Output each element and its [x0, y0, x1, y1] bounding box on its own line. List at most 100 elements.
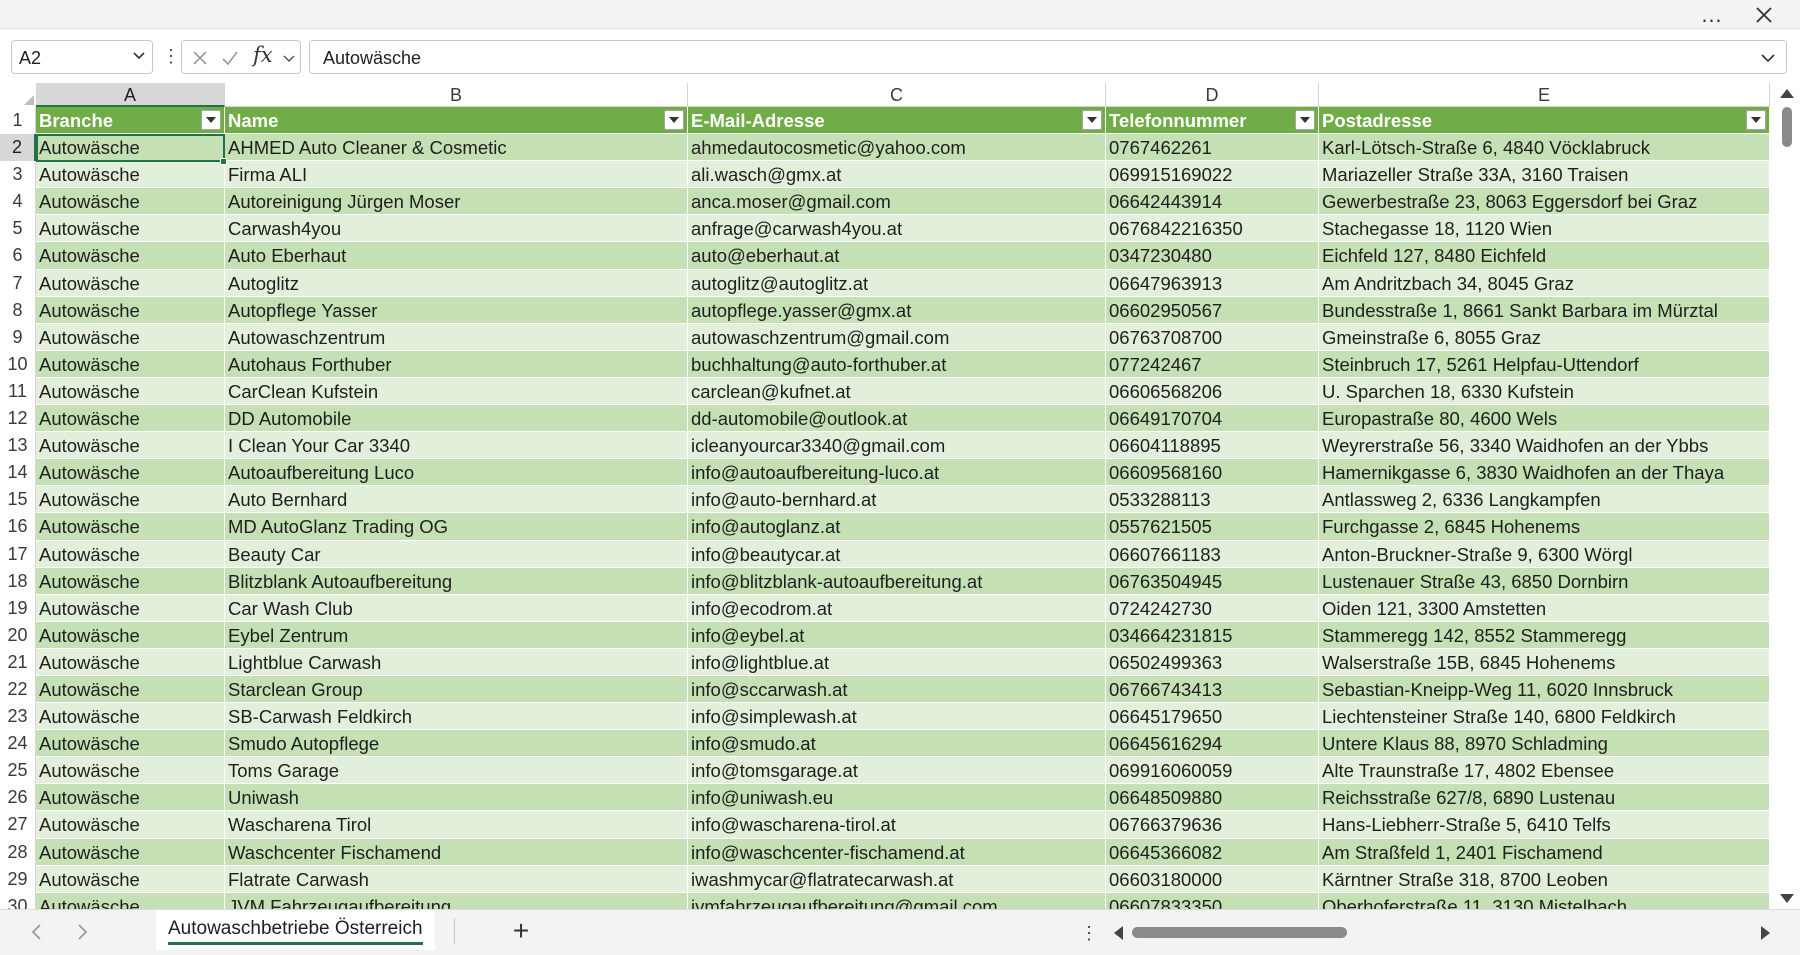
row-header[interactable]: 3 [0, 161, 36, 189]
row-header[interactable]: 5 [0, 215, 36, 243]
cell-branche[interactable]: Autowäsche [36, 838, 225, 866]
cell-name[interactable]: Eybel Zentrum [225, 621, 688, 649]
cell-email[interactable]: autoglitz@autoglitz.at [688, 269, 1106, 297]
cell-email[interactable]: iwashmycar@flatratecarwash.at [688, 865, 1106, 893]
cell-name[interactable]: Car Wash Club [225, 594, 688, 622]
row-header[interactable]: 21 [0, 648, 36, 676]
cell-branche[interactable]: Autowäsche [36, 161, 225, 189]
cell-branche[interactable]: Autowäsche [36, 784, 225, 812]
header-cell-telefon[interactable]: Telefonnummer [1106, 107, 1319, 135]
cell-email[interactable]: info@simplewash.at [688, 703, 1106, 731]
row-header[interactable]: 12 [0, 405, 36, 433]
cell-name[interactable]: Beauty Car [225, 540, 688, 568]
cell-email[interactable]: info@autoaufbereitung-luco.at [688, 459, 1106, 487]
filter-dropdown-icon[interactable] [201, 110, 221, 130]
cell-postadresse[interactable]: Oberhoferstraße 11, 3130 Mistelbach [1319, 892, 1770, 909]
cell-branche[interactable]: Autowäsche [36, 405, 225, 433]
cell-branche[interactable]: Autowäsche [36, 675, 225, 704]
sheet-tab-active[interactable]: Autowaschbetriebe Österreich [156, 910, 435, 950]
cell-email[interactable]: anca.moser@gmail.com [688, 188, 1106, 216]
row-header[interactable]: 8 [0, 296, 36, 324]
row-header[interactable]: 7 [0, 269, 36, 297]
cell-telefon[interactable]: 06607661183 [1106, 540, 1319, 568]
cell-telefon[interactable]: 06607833350 [1106, 892, 1319, 909]
cell-postadresse[interactable]: Hamernikgasse 6, 3830 Waidhofen an der T… [1319, 459, 1770, 487]
row-header[interactable]: 17 [0, 540, 36, 568]
row-header[interactable]: 18 [0, 567, 36, 595]
filter-dropdown-icon[interactable] [1746, 110, 1766, 130]
cell-branche[interactable]: Autowäsche [36, 432, 225, 460]
cell-telefon[interactable]: 0533288113 [1106, 486, 1319, 514]
row-header[interactable]: 2 [0, 134, 36, 162]
cell-email[interactable]: dd-automobile@outlook.at [688, 405, 1106, 433]
enter-check-icon[interactable] [220, 48, 240, 68]
row-header[interactable]: 24 [0, 730, 36, 758]
cell-postadresse[interactable]: Hans-Liebherr-Straße 5, 6410 Telfs [1319, 811, 1770, 839]
row-header[interactable]: 11 [0, 377, 36, 406]
cell-email[interactable]: carclean@kufnet.at [688, 377, 1106, 406]
cell-telefon[interactable]: 06609568160 [1106, 459, 1319, 487]
cell-email[interactable]: jvmfahrzeugaufbereitung@gmail.com [688, 892, 1106, 909]
cell-email[interactable]: info@ecodrom.at [688, 594, 1106, 622]
scroll-up-icon[interactable] [1780, 89, 1794, 98]
cell-postadresse[interactable]: Kärntner Straße 318, 8700 Leoben [1319, 865, 1770, 893]
column-header-d[interactable]: D [1106, 83, 1319, 107]
header-cell-postadresse[interactable]: Postadresse [1319, 107, 1770, 135]
cell-name[interactable]: Autowaschzentrum [225, 323, 688, 351]
cell-name[interactable]: Flatrate Carwash [225, 865, 688, 893]
cell-postadresse[interactable]: Liechtensteiner Straße 140, 6800 Feldkir… [1319, 703, 1770, 731]
cell-telefon[interactable]: 06647963913 [1106, 269, 1319, 297]
cell-name[interactable]: SB-Carwash Feldkirch [225, 703, 688, 731]
cell-postadresse[interactable]: U. Sparchen 18, 6330 Kufstein [1319, 377, 1770, 406]
cell-postadresse[interactable]: Lustenauer Straße 43, 6850 Dornbirn [1319, 567, 1770, 595]
cell-branche[interactable]: Autowäsche [36, 188, 225, 216]
cell-telefon[interactable]: 06603180000 [1106, 865, 1319, 893]
cell-branche[interactable]: Autowäsche [36, 377, 225, 406]
cell-postadresse[interactable]: Mariazeller Straße 33A, 3160 Traisen [1319, 161, 1770, 189]
cell-email[interactable]: info@wascharena-tirol.at [688, 811, 1106, 839]
more-options-button[interactable]: … [1692, 0, 1732, 29]
cell-name[interactable]: Blitzblank Autoaufbereitung [225, 567, 688, 595]
cell-telefon[interactable]: 06604118895 [1106, 432, 1319, 460]
vertical-scroll-thumb[interactable] [1782, 107, 1792, 147]
cell-telefon[interactable]: 0724242730 [1106, 594, 1319, 622]
filter-dropdown-icon[interactable] [1295, 110, 1315, 130]
row-header[interactable]: 20 [0, 621, 36, 649]
row-header[interactable]: 6 [0, 242, 36, 270]
cell-telefon[interactable]: 077242467 [1106, 350, 1319, 378]
row-header[interactable]: 15 [0, 486, 36, 514]
row-header[interactable]: 28 [0, 838, 36, 866]
cell-postadresse[interactable]: Sebastian-Kneipp-Weg 11, 6020 Innsbruck [1319, 675, 1770, 704]
cell-branche[interactable]: Autowäsche [36, 540, 225, 568]
cell-postadresse[interactable]: Stachegasse 18, 1120 Wien [1319, 215, 1770, 243]
column-header-a[interactable]: A [36, 83, 225, 107]
cell-branche[interactable]: Autowäsche [36, 594, 225, 622]
cell-telefon[interactable]: 06766379636 [1106, 811, 1319, 839]
cell-name[interactable]: Uniwash [225, 784, 688, 812]
cell-email[interactable]: auto@eberhaut.at [688, 242, 1106, 270]
previous-sheet-icon[interactable] [27, 922, 47, 942]
cell-name[interactable]: Carwash4you [225, 215, 688, 243]
cell-name[interactable]: MD AutoGlanz Trading OG [225, 513, 688, 541]
row-header[interactable]: 19 [0, 594, 36, 622]
cell-email[interactable]: icleanyourcar3340@gmail.com [688, 432, 1106, 460]
cell-telefon[interactable]: 0557621505 [1106, 513, 1319, 541]
cancel-icon[interactable] [190, 48, 210, 68]
cell-postadresse[interactable]: Steinbruch 17, 5261 Helpfau-Uttendorf [1319, 350, 1770, 378]
column-header-e[interactable]: E [1319, 83, 1770, 107]
cell-email[interactable]: info@lightblue.at [688, 648, 1106, 676]
cell-branche[interactable]: Autowäsche [36, 242, 225, 270]
cell-telefon[interactable]: 06648509880 [1106, 784, 1319, 812]
scroll-left-icon[interactable] [1114, 926, 1123, 940]
cell-postadresse[interactable]: Gmeinstraße 6, 8055 Graz [1319, 323, 1770, 351]
column-header-b[interactable]: B [225, 83, 688, 107]
cell-postadresse[interactable]: Karl-Lötsch-Straße 6, 4840 Vöcklabruck [1319, 134, 1770, 162]
cell-name[interactable]: Smudo Autopflege [225, 730, 688, 758]
cell-name[interactable]: JVM Fahrzeugaufbereitung [225, 892, 688, 909]
cell-name[interactable]: AHMED Auto Cleaner & Cosmetic [225, 134, 688, 162]
cell-telefon[interactable]: 0676842216350 [1106, 215, 1319, 243]
row-header[interactable]: 22 [0, 675, 36, 704]
formula-bar-options-icon[interactable]: ⋮ [162, 44, 180, 68]
row-header[interactable]: 23 [0, 703, 36, 731]
cell-email[interactable]: info@uniwash.eu [688, 784, 1106, 812]
